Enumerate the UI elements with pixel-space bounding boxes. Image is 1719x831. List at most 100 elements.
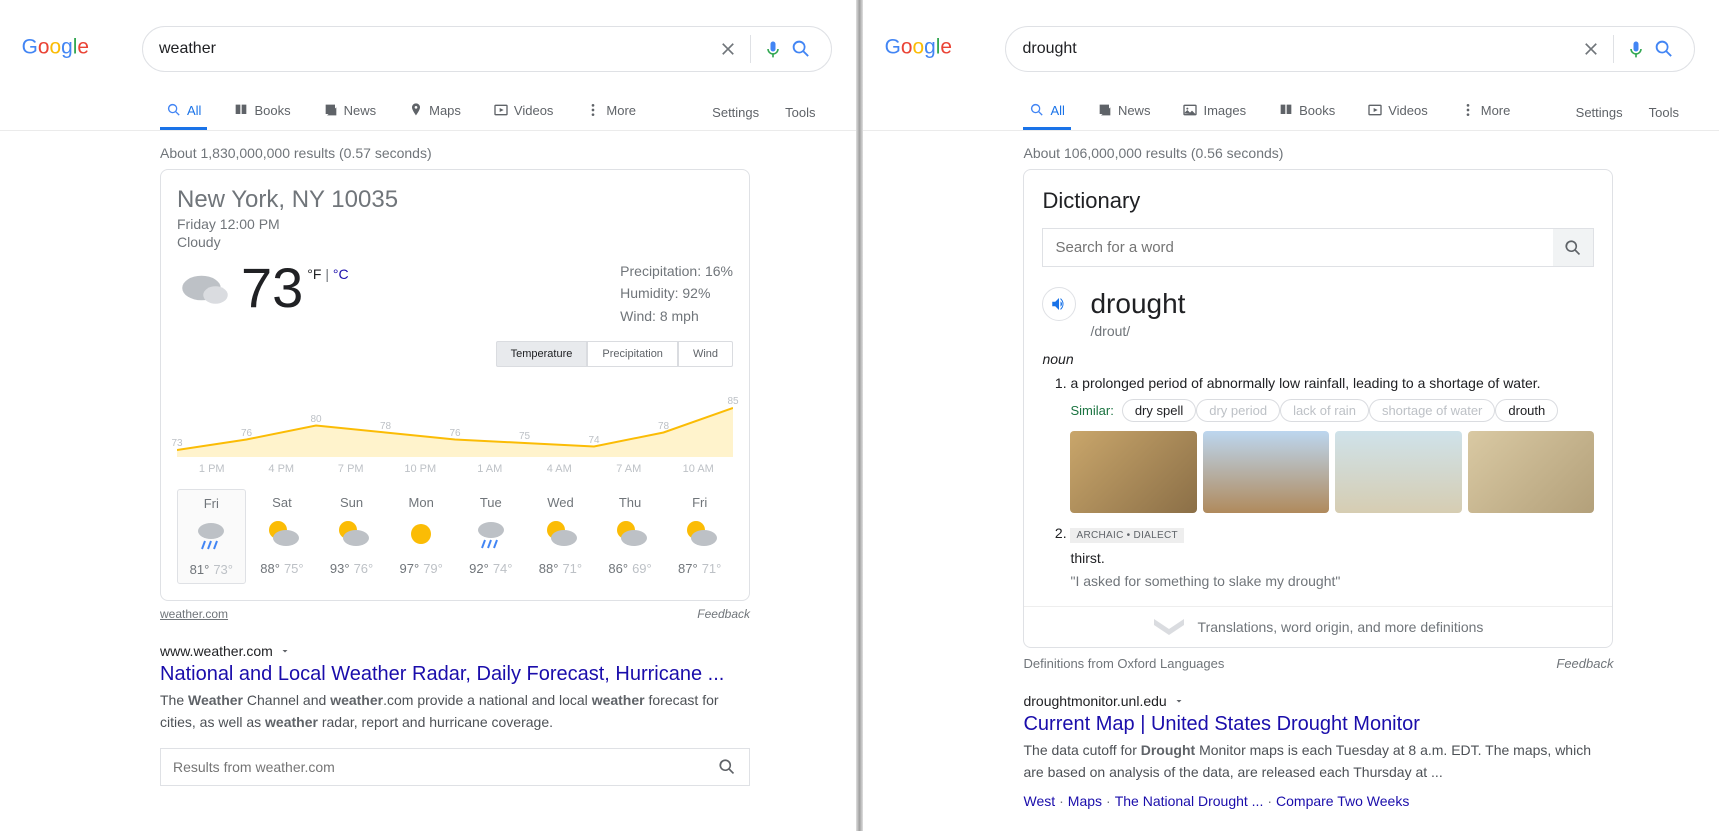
hour-label: 4 AM xyxy=(525,463,595,475)
forecast-day[interactable]: Sat88°75° xyxy=(249,489,316,584)
search-bar[interactable] xyxy=(1005,26,1695,72)
tab-books[interactable]: Books xyxy=(1272,94,1341,130)
tab-all[interactable]: All xyxy=(1023,94,1070,130)
hour-label: 1 PM xyxy=(177,463,247,475)
similar-chip[interactable]: dry spell xyxy=(1122,399,1196,422)
example-quote: "I asked for something to slake my droug… xyxy=(1070,571,1594,592)
sitelink[interactable]: Maps xyxy=(1068,793,1102,809)
hour-label: 7 AM xyxy=(594,463,664,475)
clear-icon[interactable] xyxy=(1577,35,1605,63)
result-snippet: The Weather Channel and weather.com prov… xyxy=(160,690,750,733)
pronounce-button[interactable] xyxy=(1042,287,1076,321)
search-input[interactable] xyxy=(159,40,714,58)
pronunciation: /drout/ xyxy=(1090,323,1594,339)
chevron-down-icon xyxy=(1154,619,1184,635)
tab-videos[interactable]: Videos xyxy=(487,94,560,130)
result-url[interactable]: droughtmonitor.unl.edu xyxy=(1023,693,1166,709)
usage-badge: ARCHAIC • DIALECT xyxy=(1070,528,1183,543)
definition-1: a prolonged period of abnormally low rai… xyxy=(1070,373,1594,513)
forecast-day[interactable]: Fri87°71° xyxy=(666,489,733,584)
tools-link[interactable]: Tools xyxy=(785,105,815,120)
forecast-day[interactable]: Tue92°74° xyxy=(458,489,525,584)
sitelink[interactable]: Compare Two Weeks xyxy=(1276,793,1409,809)
tools-link[interactable]: Tools xyxy=(1649,105,1679,120)
concept-image[interactable] xyxy=(1203,431,1330,513)
settings-link[interactable]: Settings xyxy=(1576,105,1623,120)
search-icon[interactable] xyxy=(787,35,815,63)
hourly-chart: 737680787675747885 xyxy=(177,387,733,457)
weather-attribution[interactable]: weather.com xyxy=(160,607,228,621)
settings-link[interactable]: Settings xyxy=(712,105,759,120)
tab-books[interactable]: Books xyxy=(227,94,296,130)
concept-image[interactable] xyxy=(1468,431,1595,513)
hour-label: 4 PM xyxy=(247,463,317,475)
weather-time: Friday 12:00 PM xyxy=(177,216,733,232)
search-icon[interactable] xyxy=(1553,229,1593,266)
cloud-icon xyxy=(177,260,233,316)
forecast-day[interactable]: Sun93°76° xyxy=(318,489,385,584)
result-title[interactable]: National and Local Weather Radar, Daily … xyxy=(160,663,750,686)
screen-weather: Google All Books News Maps Videos More Settin… xyxy=(0,0,856,831)
result-title[interactable]: Current Map | United States Drought Moni… xyxy=(1023,713,1613,736)
weather-chart-tab-temperature[interactable]: Temperature xyxy=(496,341,588,367)
dictionary-word: drought xyxy=(1090,288,1185,320)
caret-down-icon[interactable] xyxy=(1173,695,1185,707)
tab-more[interactable]: More xyxy=(579,94,642,130)
dictionary-heading: Dictionary xyxy=(1042,188,1594,214)
forecast-day[interactable]: Fri81°73° xyxy=(177,489,246,584)
forecast-day[interactable]: Thu86°69° xyxy=(597,489,664,584)
caret-down-icon[interactable] xyxy=(279,645,291,657)
part-of-speech: noun xyxy=(1042,351,1594,367)
voice-search-icon[interactable] xyxy=(759,35,787,63)
tab-videos[interactable]: Videos xyxy=(1361,94,1434,130)
result-url[interactable]: www.weather.com xyxy=(160,643,273,659)
dictionary-search[interactable] xyxy=(1042,228,1594,267)
search-icon[interactable] xyxy=(1650,35,1678,63)
tab-more[interactable]: More xyxy=(1454,94,1517,130)
svg-text:Google: Google xyxy=(885,36,952,59)
feedback-link[interactable]: Feedback xyxy=(1556,656,1613,671)
dictionary-search-input[interactable] xyxy=(1043,229,1553,266)
google-logo[interactable]: Google xyxy=(883,34,975,64)
forecast-day[interactable]: Mon97°79° xyxy=(388,489,455,584)
google-logo[interactable]: Google xyxy=(20,34,112,64)
clear-icon[interactable] xyxy=(714,35,742,63)
temp-unit-toggle[interactable]: °F | °C xyxy=(307,260,348,282)
sitelink[interactable]: The National Drought ... xyxy=(1115,793,1264,809)
hour-label: 10 AM xyxy=(664,463,734,475)
concept-image[interactable] xyxy=(1335,431,1462,513)
search-icon[interactable] xyxy=(705,749,749,785)
result-stats: About 106,000,000 results (0.56 seconds) xyxy=(1023,145,1719,161)
search-bar[interactable] xyxy=(142,26,832,72)
weather-chart-tab-wind[interactable]: Wind xyxy=(678,341,733,367)
similar-chip[interactable]: drouth xyxy=(1495,399,1558,422)
forecast-day[interactable]: Wed88°71° xyxy=(527,489,594,584)
voice-search-icon[interactable] xyxy=(1622,35,1650,63)
hour-label: 10 PM xyxy=(386,463,456,475)
site-search[interactable] xyxy=(160,748,750,786)
feedback-link[interactable]: Feedback xyxy=(697,607,750,621)
concept-image[interactable] xyxy=(1070,431,1197,513)
sitelink[interactable]: West xyxy=(1023,793,1055,809)
precip-label: Precipitation: 16% xyxy=(620,260,733,282)
result-stats: About 1,830,000,000 results (0.57 second… xyxy=(160,145,856,161)
tab-all[interactable]: All xyxy=(160,94,207,130)
svg-text:Google: Google xyxy=(22,36,89,59)
similar-label: Similar: xyxy=(1070,401,1113,421)
current-temp: 73 xyxy=(241,260,303,316)
tab-maps[interactable]: Maps xyxy=(402,94,467,130)
weather-condition: Cloudy xyxy=(177,234,733,250)
similar-chip[interactable]: lack of rain xyxy=(1280,399,1369,422)
tab-news[interactable]: News xyxy=(1091,94,1157,130)
similar-chip[interactable]: dry period xyxy=(1196,399,1280,422)
weather-chart-tab-precipitation[interactable]: Precipitation xyxy=(587,341,678,367)
expand-definitions[interactable]: Translations, word origin, and more defi… xyxy=(1024,606,1612,647)
dictionary-card: Dictionary drought /drout/ noun a prolon… xyxy=(1023,169,1613,648)
weather-card: New York, NY 10035 Friday 12:00 PM Cloud… xyxy=(160,169,750,601)
dictionary-attribution: Definitions from Oxford Languages xyxy=(1023,656,1224,671)
tab-images[interactable]: Images xyxy=(1176,94,1252,130)
similar-chip[interactable]: shortage of water xyxy=(1369,399,1495,422)
search-input[interactable] xyxy=(1022,40,1577,58)
site-search-input[interactable] xyxy=(161,749,705,785)
tab-news[interactable]: News xyxy=(317,94,383,130)
